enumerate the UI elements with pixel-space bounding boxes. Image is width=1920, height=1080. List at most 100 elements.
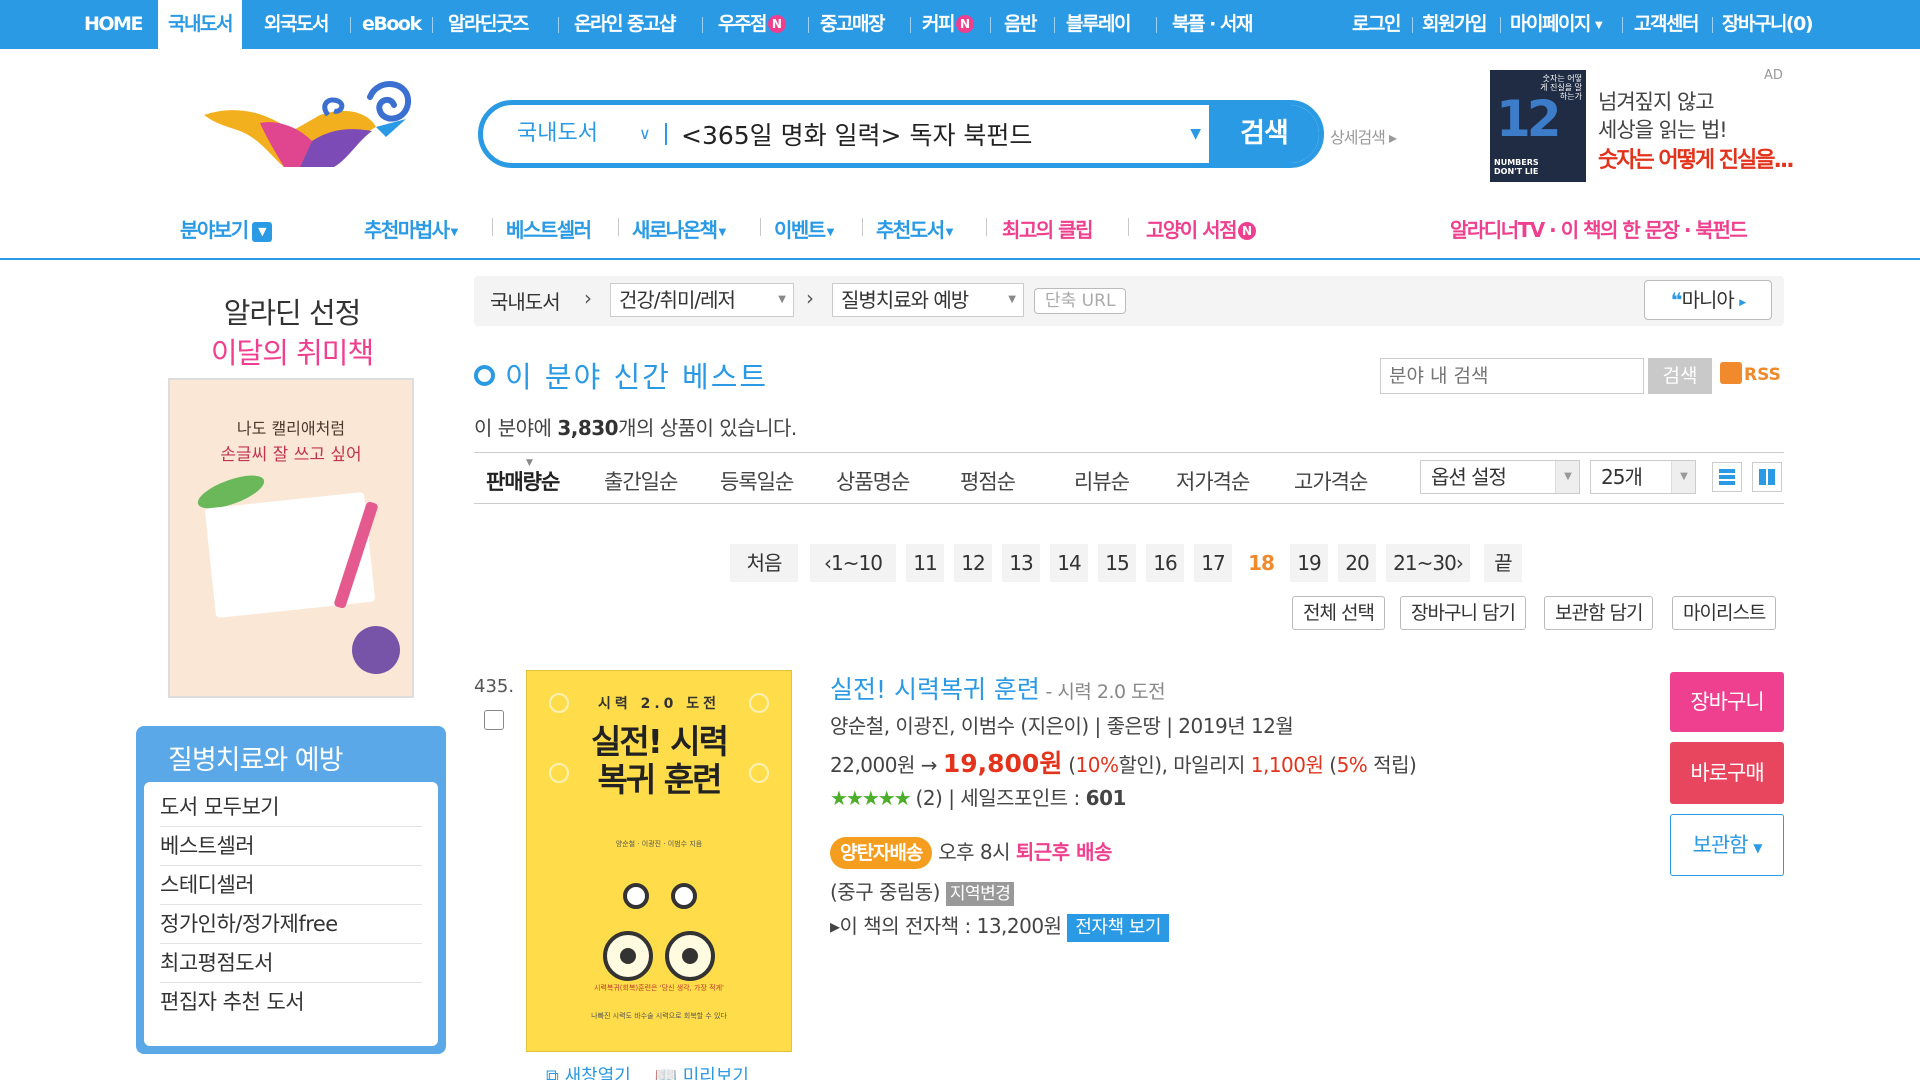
page-number[interactable]: 15 <box>1098 544 1136 582</box>
sort-rating[interactable]: 평점순 <box>960 466 1016 496</box>
subnav-events[interactable]: 이벤트 ▼ <box>774 214 834 243</box>
grid-view-icon[interactable] <box>1752 462 1782 492</box>
sort-low-price[interactable]: 저가격순 <box>1176 466 1250 496</box>
search-button[interactable]: 검색 <box>1209 105 1319 163</box>
nav-space-store[interactable]: 우주점 N <box>718 0 786 49</box>
select-all-button[interactable]: 전체 선택 <box>1292 596 1385 630</box>
cart-button[interactable]: 장바구니 <box>1670 672 1784 732</box>
search-dropdown-icon[interactable]: ▼ <box>1190 105 1201 163</box>
product-checkbox[interactable] <box>484 710 504 730</box>
nav-home[interactable]: HOME <box>84 0 143 49</box>
ad-line-2[interactable]: 세상을 읽는 법! <box>1598 114 1728 144</box>
subnav-bestseller[interactable]: 베스트셀러 <box>506 214 592 243</box>
sort-reviews[interactable]: 리뷰순 <box>1074 466 1130 496</box>
page-number[interactable]: 13 <box>1002 544 1040 582</box>
subnav-recommended[interactable]: 추천도서 ▼ <box>876 214 953 243</box>
nav-used-online[interactable]: 온라인 중고샵 <box>574 0 677 49</box>
promo-title[interactable]: 알라딘 선정 <box>136 290 448 332</box>
add-to-cart-button[interactable]: 장바구니 담기 <box>1400 596 1526 630</box>
product-cover-image[interactable]: 시력 2.0 도전 실전! 시력복귀 훈련 양순철 · 이광진 · 이범수 지음… <box>526 670 792 1052</box>
list-view-icon[interactable] <box>1712 462 1742 492</box>
nav-aladin-goods[interactable]: 알라딘굿즈 <box>448 0 529 49</box>
subnav-category-browse[interactable]: 분야보기 ▼ <box>180 214 272 243</box>
nav-mypage[interactable]: 마이페이지 ▼ <box>1510 0 1603 49</box>
subnav-recommend-wizard[interactable]: 추천마법사 ▼ <box>364 214 458 243</box>
short-url-button[interactable]: 단축 URL <box>1034 288 1127 314</box>
nav-separator <box>350 17 351 33</box>
detail-search-link[interactable]: 상세검색 ▸ <box>1330 124 1397 148</box>
subnav-best-clip[interactable]: 최고의 클립 <box>1002 214 1093 243</box>
chevron-down-icon[interactable]: ∨ <box>639 105 651 163</box>
promo-subtitle[interactable]: 이달의 취미책 <box>136 330 448 372</box>
subnav-cat-bookstore[interactable]: 고양이 서점 N <box>1146 214 1256 243</box>
ebook-view-button[interactable]: 전자책 보기 <box>1067 914 1169 942</box>
change-location-button[interactable]: 지역변경 <box>945 882 1015 906</box>
nav-bookple[interactable]: 북플 · 서재 <box>1172 0 1253 49</box>
side-menu-item[interactable]: 스테디셀러 <box>160 866 422 905</box>
nav-bluray[interactable]: 블루레이 <box>1066 0 1131 49</box>
subnav-new-books[interactable]: 새로나온책 ▼ <box>632 214 726 243</box>
nav-signup[interactable]: 회원가입 <box>1422 0 1487 49</box>
new-window-link[interactable]: ⧉ 새창열기 <box>546 1066 631 1080</box>
ad-line-3[interactable]: 숫자는 어떻게 진실을... <box>1598 142 1795 174</box>
breadcrumb-root[interactable]: 국내도서 <box>490 286 561 315</box>
ad-book-cover[interactable]: 12 숫자는 어떻게 진실을 말하는가 NUMBERS DON'T LIE <box>1490 70 1586 182</box>
preview-link[interactable]: 📖 미리보기 <box>655 1066 749 1080</box>
sort-high-price[interactable]: 고가격순 <box>1294 466 1368 496</box>
page-number[interactable]: 17 <box>1194 544 1232 582</box>
page-number[interactable]: 20 <box>1338 544 1376 582</box>
buy-now-button[interactable]: 바로구매 <box>1670 742 1784 804</box>
page-number[interactable]: 14 <box>1050 544 1088 582</box>
sort-pubdate[interactable]: 출간일순 <box>604 466 678 496</box>
wishlist-button[interactable]: 보관함 ▼ <box>1670 814 1784 876</box>
aladin-logo-icon[interactable] <box>200 75 420 175</box>
side-menu-item[interactable]: 베스트셀러 <box>160 827 422 866</box>
nav-ebook[interactable]: eBook <box>362 0 422 49</box>
nav-foreign-books[interactable]: 외국도서 <box>264 0 329 49</box>
page-number[interactable]: 16 <box>1146 544 1184 582</box>
breadcrumb-level2-select[interactable]: 질병치료와 예방 ▼ <box>832 283 1024 317</box>
side-menu-item[interactable]: 최고평점도서 <box>160 944 422 983</box>
rss-link[interactable]: RSS <box>1720 362 1781 385</box>
delivery-type: 퇴근후 배송 <box>1015 840 1112 864</box>
breadcrumb-level1-select[interactable]: 건강/취미/레저 ▼ <box>610 283 794 317</box>
nav-used-stores[interactable]: 중고매장 <box>820 0 885 49</box>
sort-bar-top-border <box>474 452 1784 453</box>
option-setting-select[interactable]: 옵션 설정 ▼ <box>1420 460 1580 494</box>
promo-book-cover[interactable]: 나도 캘리애처럼 손글씨 잘 쓰고 싶어 <box>168 378 414 698</box>
page-next-group[interactable]: 21~30› <box>1386 544 1470 582</box>
subnav-separator <box>618 218 619 236</box>
side-menu-item[interactable]: 정가인하/정가제free <box>160 905 422 944</box>
category-search-button[interactable]: 검색 <box>1648 358 1712 394</box>
subnav-right-links[interactable]: 알라디너TV · 이 책의 한 문장 · 북펀드 <box>1450 214 1748 243</box>
page-number[interactable]: 19 <box>1290 544 1328 582</box>
product-title[interactable]: 실전! 시력복귀 훈련 - 시력 2.0 도전 <box>830 670 1166 706</box>
my-list-button[interactable]: 마이리스트 <box>1672 596 1777 630</box>
side-menu-item[interactable]: 도서 모두보기 <box>160 788 422 827</box>
nav-domestic-books[interactable]: 국내도서 <box>158 0 242 49</box>
page-number[interactable]: 11 <box>906 544 944 582</box>
nav-cart[interactable]: 장바구니(0) <box>1722 0 1814 49</box>
sort-regdate[interactable]: 등록일순 <box>720 466 794 496</box>
search-category-select[interactable]: 국내도서 <box>517 105 598 163</box>
page-size-select[interactable]: 25개 ▼ <box>1590 460 1696 494</box>
add-to-wishlist-button[interactable]: 보관함 담기 <box>1544 596 1654 630</box>
mania-button[interactable]: ❝마니아 ▶ <box>1644 280 1772 320</box>
side-menu-item[interactable]: 편집자 추천 도서 <box>160 983 422 1022</box>
sort-sales[interactable]: 판매량순 <box>486 466 560 496</box>
nav-customer-center[interactable]: 고객센터 <box>1634 0 1699 49</box>
sort-name[interactable]: 상품명순 <box>836 466 910 496</box>
page-number[interactable]: 12 <box>954 544 992 582</box>
nav-coffee[interactable]: 커피 N <box>922 0 974 49</box>
cartoon-eye <box>623 883 649 909</box>
promo-book-title-2: 손글씨 잘 쓰고 싶어 <box>220 445 362 465</box>
glasses-illustration <box>603 931 719 985</box>
nav-music[interactable]: 음반 <box>1004 0 1037 49</box>
page-prev-group[interactable]: ‹1~10 <box>810 544 896 582</box>
page-last[interactable]: 끝 <box>1484 544 1522 582</box>
page-first[interactable]: 처음 <box>730 544 798 582</box>
page-current[interactable]: 18 <box>1242 544 1280 582</box>
nav-login[interactable]: 로그인 <box>1352 0 1401 49</box>
ad-line-1[interactable]: 넘겨짚지 않고 <box>1598 86 1715 116</box>
category-search-input[interactable] <box>1380 358 1644 394</box>
